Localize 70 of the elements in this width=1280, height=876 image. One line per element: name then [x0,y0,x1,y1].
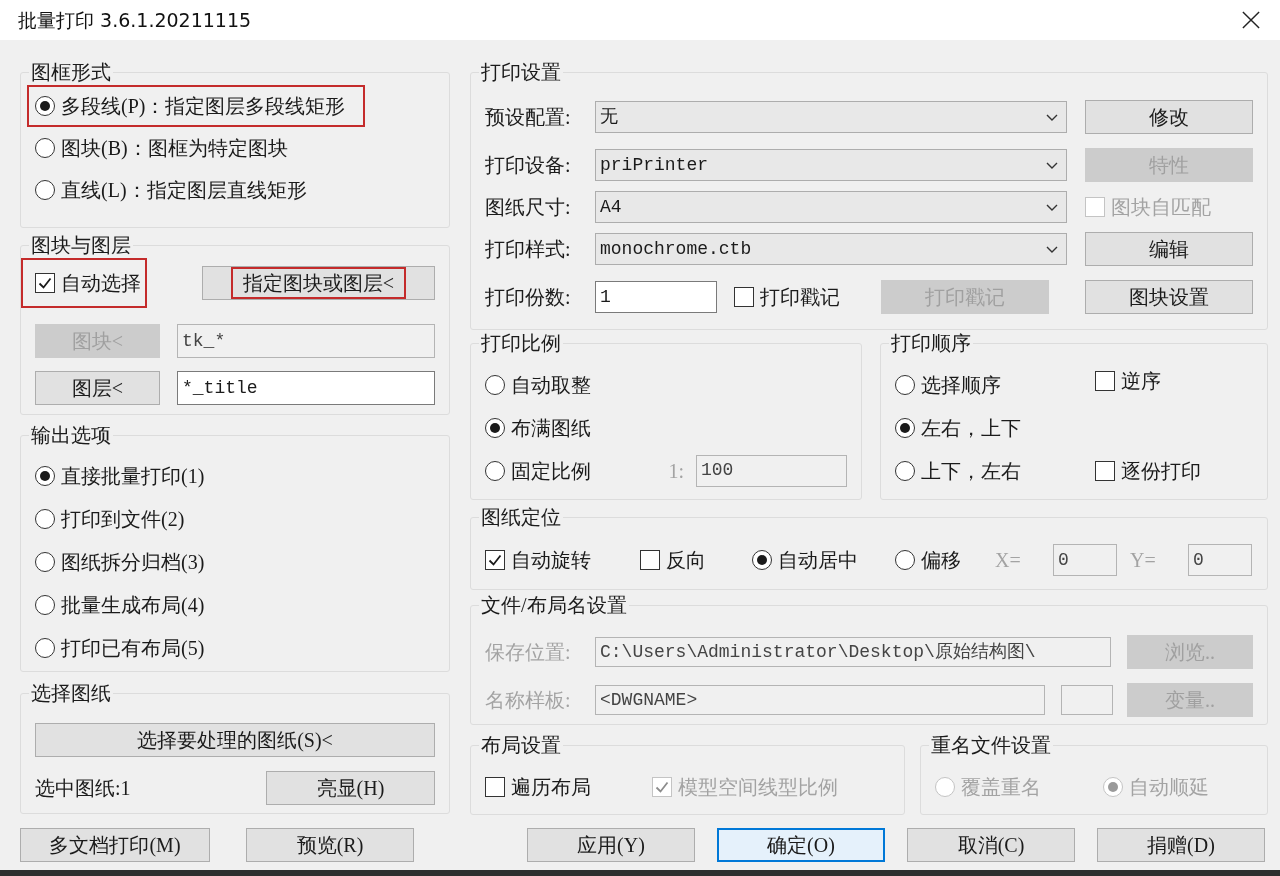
group-title: 选择图纸 [30,683,112,703]
chevron-down-icon [1046,245,1058,253]
block-settings-button[interactable]: 图块设置 [1085,280,1253,314]
field-label: 预设配置: [485,106,572,128]
radio-option[interactable]: 图块(B)：图框为特定图块 [27,127,308,169]
select-drawings-button[interactable]: 选择要处理的图纸(S)< [35,723,435,757]
modify-button[interactable]: 修改 [1085,100,1253,134]
highlight-button[interactable]: 亮显(H) [266,771,435,805]
radio-option[interactable]: 布满图纸 [485,416,591,439]
group-title: 图框形式 [30,62,112,82]
pick-layer-button[interactable]: 图层< [35,371,160,405]
chevron-down-icon [1046,113,1058,121]
dropdown[interactable]: 无 [595,101,1067,133]
radio-option[interactable]: 打印已有布局(5) [35,626,205,669]
ok-button[interactable]: 确定(O) [717,828,885,862]
pick-blocks-layers-button[interactable]: 指定图块或图层< [202,266,435,300]
ratio-label: 1: [668,459,684,482]
field-label: 名称样板: [485,689,572,711]
checkbox-option[interactable]: 逆序 [1095,369,1161,392]
radio-option[interactable]: 选择顺序 [895,373,1001,396]
group-title: 打印顺序 [890,333,972,353]
checkbox-option[interactable]: 自动选择 [21,258,147,308]
chevron-down-icon [1046,161,1058,169]
radio-option[interactable]: 打印到文件(2) [35,497,185,540]
group-title: 布局设置 [480,735,562,755]
edit-button[interactable]: 编辑 [1085,232,1253,266]
field-label: 打印设备: [485,154,572,176]
group-title: 打印设置 [480,62,562,82]
dropdown[interactable]: priPrinter [595,149,1067,181]
radio-option[interactable]: 固定比例 [485,459,591,482]
checkbox-option[interactable]: 逐份打印 [1095,459,1201,482]
radio-option[interactable]: 自动取整 [485,373,591,396]
group-title: 重名文件设置 [930,735,1052,755]
preview-button[interactable]: 预览(R) [246,828,414,862]
radio-option[interactable]: 自动居中 [752,549,858,571]
donate-button[interactable]: 捐赠(D) [1097,828,1265,862]
checkbox-option[interactable]: 遍历布局 [485,776,591,798]
group-title: 图块与图层 [30,235,132,255]
checkbox-option[interactable]: 反向 [640,549,706,571]
radio-option[interactable]: 上下，左右 [895,459,1021,482]
checkbox-option[interactable]: 自动旋转 [485,549,591,571]
dropdown[interactable]: A4 [595,191,1067,223]
offset-label: X= [995,549,1022,571]
field-label: 图纸尺寸: [485,196,572,218]
cancel-button[interactable]: 取消(C) [907,828,1075,862]
radio-option[interactable]: 批量生成布局(4) [35,583,205,626]
apply-button[interactable]: 应用(Y) [527,828,695,862]
radio-option[interactable]: 直接批量打印(1) [35,454,205,497]
selection-count: 选中图纸:1 [35,777,131,799]
group-title: 文件/布局名设置 [480,595,628,615]
group-title: 输出选项 [30,425,112,445]
field-label: 打印份数: [485,286,572,308]
chevron-down-icon [1046,203,1058,211]
radio-option[interactable]: 直线(L)：指定图层直线矩形 [27,169,327,211]
offset-label: Y= [1130,549,1157,571]
multi-document-print-button[interactable]: 多文档打印(M) [20,828,210,862]
text-field[interactable]: *_title [177,371,435,405]
field-label: 保存位置: [485,641,572,663]
checkbox-option[interactable]: 打印戳记 [734,286,840,308]
radio-option[interactable]: 左右，上下 [895,416,1021,439]
field-label: 打印样式: [485,238,572,260]
group-title: 打印比例 [480,333,562,353]
text-field[interactable]: 1 [595,281,717,313]
close-icon[interactable] [1242,11,1260,29]
radio-option[interactable]: 偏移 [895,549,961,571]
group-title: 图纸定位 [480,507,562,527]
radio-option[interactable]: 多段线(P)：指定图层多段线矩形 [27,85,366,127]
window-title: 批量打印 3.6.1.20211115 [18,7,252,33]
dropdown[interactable]: monochrome.ctb [595,233,1067,265]
radio-option[interactable]: 图纸拆分归档(3) [35,540,205,583]
